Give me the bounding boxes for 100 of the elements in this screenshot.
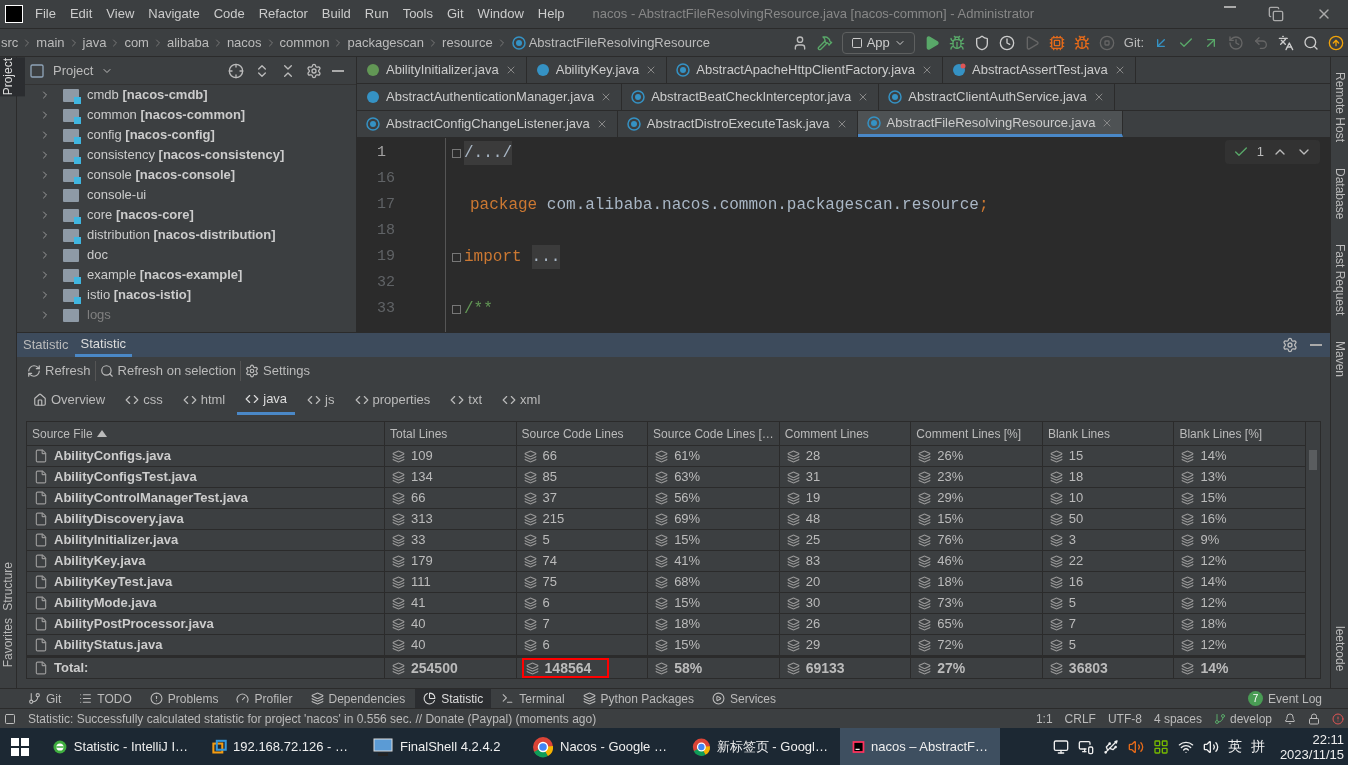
tool-window-button[interactable]: Git bbox=[20, 689, 70, 708]
tool-window-button[interactable]: Services bbox=[704, 689, 785, 708]
folded-code[interactable]: ... bbox=[531, 245, 561, 269]
menu-item[interactable]: Code bbox=[213, 4, 245, 24]
tool-window-tab[interactable]: Remote Host bbox=[1322, 71, 1348, 144]
breadcrumb-item[interactable]: alibaba bbox=[163, 32, 212, 53]
breadcrumb-item[interactable]: AbstractFileResolvingResource bbox=[525, 32, 713, 53]
tool-window-tab[interactable]: Favorites bbox=[0, 617, 25, 669]
tool-window-button[interactable]: Profiler bbox=[228, 689, 301, 708]
taskbar-app[interactable]: nacos – AbstractF… bbox=[840, 728, 1000, 765]
toolbar-button[interactable]: Refresh on selection bbox=[94, 361, 241, 381]
input-method[interactable]: 拼 bbox=[1250, 736, 1265, 757]
file-type-tab[interactable]: Overview bbox=[25, 385, 114, 415]
file-type-tab[interactable]: css bbox=[117, 385, 171, 415]
column-header[interactable]: Source Code Lines [… bbox=[648, 422, 780, 446]
folded-code[interactable]: /.../ bbox=[464, 141, 512, 165]
tree-item[interactable]: distribution [nacos-distribution] bbox=[87, 225, 276, 245]
editor-tab[interactable]: AbstractConfigChangeListener.java bbox=[357, 111, 618, 137]
editor-tab[interactable]: AbstractFileResolvingResource.java bbox=[857, 111, 1124, 137]
column-header[interactable]: Source File bbox=[27, 422, 385, 446]
editor-tab[interactable]: AbstractBeatCheckInterceptor.java bbox=[622, 84, 880, 110]
tool-window-tab[interactable]: Structure bbox=[0, 560, 25, 612]
editor-tab[interactable]: AbstractDistroExecuteTask.java bbox=[617, 111, 858, 137]
tool-window-button[interactable]: Dependencies bbox=[302, 689, 414, 708]
input-method[interactable]: 英 bbox=[1227, 736, 1242, 757]
breadcrumb-item[interactable]: java bbox=[79, 32, 110, 53]
file-type-tab[interactable]: js bbox=[299, 385, 343, 415]
breadcrumb-item[interactable]: packagescan bbox=[344, 32, 428, 53]
hide-icon[interactable] bbox=[332, 69, 344, 72]
event-log-button[interactable]: 7 Event Log bbox=[1247, 689, 1322, 708]
tool-window-button[interactable]: Python Packages bbox=[574, 689, 702, 708]
menu-item[interactable]: Git bbox=[447, 4, 464, 24]
tree-item[interactable]: console [nacos-console] bbox=[87, 165, 236, 185]
menu-item[interactable]: Navigate bbox=[148, 4, 200, 24]
file-type-tab[interactable]: txt bbox=[442, 385, 491, 415]
tree-item[interactable]: config [nacos-config] bbox=[87, 125, 215, 145]
taskbar-app[interactable]: Statistic - IntelliJ I… bbox=[40, 728, 200, 765]
tree-item[interactable]: cmdb [nacos-cmdb] bbox=[87, 85, 208, 105]
column-header[interactable]: Source Code Lines bbox=[516, 422, 649, 446]
column-header[interactable]: Blank Lines [%] bbox=[1174, 422, 1306, 446]
fold-marker-icon[interactable] bbox=[452, 304, 461, 314]
tool-window-tab[interactable]: Fast Request bbox=[1322, 243, 1348, 317]
tree-item[interactable]: core [nacos-core] bbox=[87, 205, 194, 225]
taskbar-app[interactable]: FinalShell 4.2.4.2 bbox=[360, 728, 520, 765]
tree-item[interactable]: istio [nacos-istio] bbox=[87, 285, 192, 305]
menu-item[interactable]: Edit bbox=[69, 4, 93, 24]
status-item[interactable]: UTF-8 bbox=[1107, 709, 1142, 728]
column-header[interactable]: Blank Lines bbox=[1042, 422, 1175, 446]
tool-window-button[interactable]: Problems bbox=[141, 689, 227, 708]
menu-item[interactable]: Run bbox=[364, 4, 389, 24]
menu-item[interactable]: Help bbox=[537, 4, 565, 24]
menu-item[interactable]: Build bbox=[321, 4, 351, 24]
file-type-tab[interactable]: java bbox=[237, 385, 296, 415]
file-type-tab[interactable]: html bbox=[174, 385, 234, 415]
breadcrumb-item[interactable]: resource bbox=[439, 32, 496, 53]
editor-tab[interactable]: AbstractAuthenticationManager.java bbox=[357, 84, 623, 110]
breadcrumb-item[interactable]: src bbox=[0, 32, 22, 53]
menu-item[interactable]: Window bbox=[477, 4, 524, 24]
panel-tab[interactable]: Statistic bbox=[17, 333, 75, 357]
file-type-tab[interactable]: xml bbox=[494, 385, 549, 415]
menu-item[interactable]: View bbox=[106, 4, 135, 24]
tool-window-button[interactable]: TODO bbox=[71, 689, 140, 708]
toolbar-button[interactable]: Refresh bbox=[23, 361, 95, 381]
run-config-dropdown[interactable]: App bbox=[841, 31, 915, 54]
tree-item[interactable]: console-ui bbox=[87, 185, 147, 205]
tool-window-tab[interactable]: Maven bbox=[1322, 340, 1348, 379]
editor-tab[interactable]: AbstractApacheHttpClientFactory.java bbox=[667, 57, 943, 83]
branch-button[interactable]: develop bbox=[1213, 709, 1272, 728]
tree-item[interactable]: consistency [nacos-consistency] bbox=[87, 145, 285, 165]
editor-tab[interactable]: AbstractClientAuthService.java bbox=[879, 84, 1115, 110]
editor-tab[interactable]: AbstractAssertTest.java bbox=[943, 57, 1136, 83]
fold-marker-icon[interactable] bbox=[452, 252, 461, 262]
tree-item[interactable]: doc bbox=[87, 245, 108, 265]
tree-item[interactable]: common [nacos-common] bbox=[87, 105, 246, 125]
column-header[interactable]: Total Lines bbox=[385, 422, 517, 446]
breadcrumb-item[interactable]: common bbox=[276, 32, 333, 53]
status-item[interactable]: 1:1 bbox=[1035, 709, 1053, 728]
tree-item[interactable]: example [nacos-example] bbox=[87, 265, 243, 285]
status-item[interactable]: 4 spaces bbox=[1153, 709, 1202, 728]
file-type-tab[interactable]: properties bbox=[346, 385, 439, 415]
toolbar-button[interactable]: Settings bbox=[240, 361, 315, 381]
menu-item[interactable]: Refactor bbox=[258, 4, 308, 24]
taskbar-app[interactable]: 新标签页 - Googl… bbox=[680, 728, 840, 765]
taskbar-app[interactable]: 192.168.72.126 - … bbox=[200, 728, 360, 765]
tool-window-button[interactable]: Terminal bbox=[493, 689, 573, 708]
editor-tab[interactable]: AbilityKey.java bbox=[526, 57, 668, 83]
column-header[interactable]: Comment Lines bbox=[779, 422, 912, 446]
breadcrumb-item[interactable]: main bbox=[33, 32, 68, 53]
breadcrumb-item[interactable]: nacos bbox=[223, 32, 265, 53]
taskbar-app[interactable]: Nacos - Google … bbox=[520, 728, 680, 765]
tool-window-tab[interactable]: Database bbox=[1322, 166, 1348, 220]
editor-tab[interactable]: AbilityInitializer.java bbox=[357, 57, 527, 83]
column-header[interactable]: Comment Lines [%] bbox=[911, 422, 1043, 446]
menu-item[interactable]: File bbox=[35, 4, 56, 24]
status-item[interactable]: CRLF bbox=[1064, 709, 1096, 728]
tool-window-tab[interactable]: leetcode bbox=[1322, 625, 1348, 673]
tool-window-button[interactable]: Statistic bbox=[415, 689, 492, 708]
breadcrumb-item[interactable]: com bbox=[121, 32, 152, 53]
fold-marker-icon[interactable] bbox=[452, 148, 461, 158]
panel-title[interactable]: Project bbox=[53, 60, 94, 81]
